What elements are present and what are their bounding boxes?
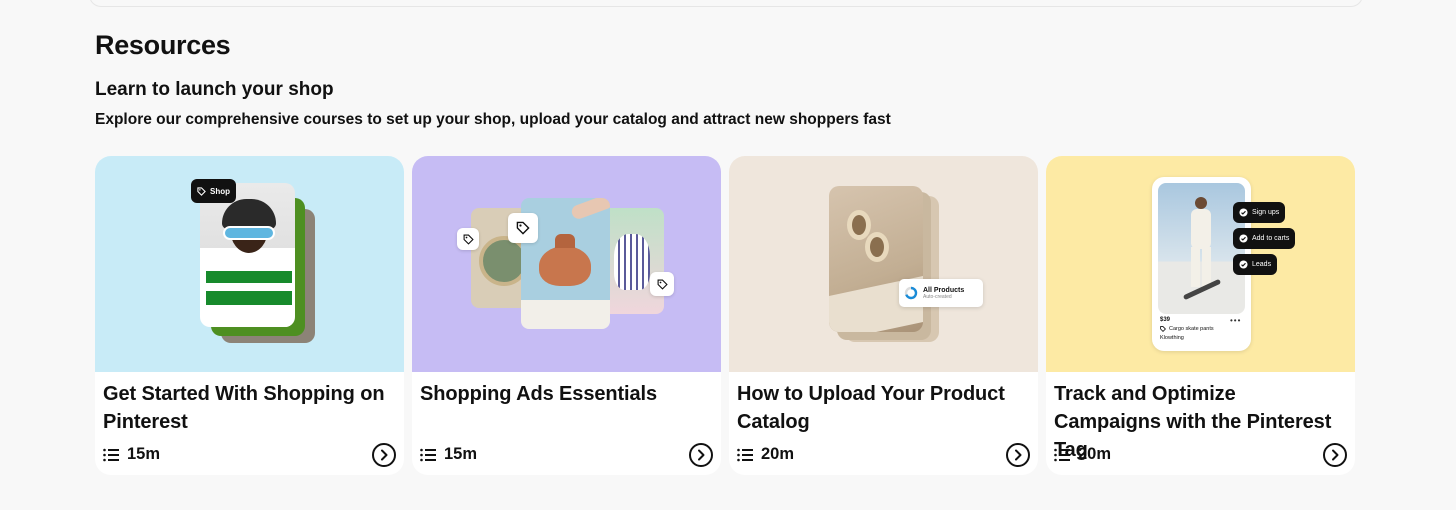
course-meta: 15m (420, 445, 477, 464)
tag-badge-right (650, 272, 674, 296)
open-course-button[interactable] (372, 443, 396, 467)
course-meta: 20m (737, 445, 794, 464)
tag-icon (463, 234, 474, 245)
list-icon (420, 448, 436, 461)
course-card-pinterest-tag[interactable]: $39 ••• Cargo skate pants Klowthing Sign… (1046, 156, 1355, 475)
sunglasses-photo (829, 186, 923, 332)
product-name-row: Cargo skate pants (1160, 326, 1214, 332)
previous-section-panel (89, 0, 1363, 7)
product-name: Cargo skate pants (1169, 326, 1214, 332)
shop-pill: Shop (191, 179, 236, 203)
course-duration: 20m (1078, 445, 1112, 463)
event-pill-leads: Leads (1233, 254, 1278, 275)
shop-pill-label: Shop (210, 186, 230, 196)
tag-icon (1160, 326, 1166, 332)
list-icon (1054, 448, 1070, 461)
course-title: How to Upload Your Product Catalog (737, 383, 1005, 433)
check-circle-icon (1239, 260, 1248, 269)
course-duration: 15m (444, 445, 478, 463)
skater-photo (1158, 183, 1245, 314)
tag-icon (657, 279, 668, 290)
course-meta: 20m (1054, 445, 1111, 464)
check-circle-icon (1239, 208, 1248, 217)
tag-icon (197, 186, 206, 196)
check-circle-icon (1239, 234, 1248, 243)
course-thumbnail: Shop (95, 156, 404, 372)
tag-badge-left (457, 228, 479, 250)
list-icon (103, 448, 119, 461)
event-pill-sign-ups: Sign ups (1233, 202, 1286, 223)
vase-photo (602, 208, 664, 314)
course-title: Shopping Ads Essentials (420, 383, 657, 405)
chevron-right-icon (698, 449, 705, 461)
course-thumbnail: All Products Auto-created (729, 156, 1038, 372)
open-course-button[interactable] (1006, 443, 1030, 467)
portrait-photo (200, 183, 295, 327)
chevron-right-icon (1015, 449, 1022, 461)
catalog-card: All Products Auto-created (899, 279, 983, 307)
course-duration: 15m (127, 445, 161, 463)
event-label: Sign ups (1252, 209, 1280, 216)
more-icon: ••• (1230, 316, 1242, 325)
event-pill-add-to-carts: Add to carts (1233, 228, 1296, 249)
chevron-right-icon (1332, 449, 1339, 461)
list-icon (737, 448, 753, 461)
open-course-button[interactable] (1323, 443, 1347, 467)
course-duration: 20m (761, 445, 795, 463)
tag-icon (516, 221, 530, 235)
course-card-upload-product-catalog[interactable]: All Products Auto-created How to Upload … (729, 156, 1038, 475)
course-meta: 15m (103, 445, 160, 464)
catalog-subtitle: Auto-created (923, 293, 952, 300)
course-title: Get Started With Shopping on Pinterest (103, 383, 385, 433)
product-brand: Klowthing (1160, 335, 1184, 341)
section-description: Explore our comprehensive courses to set… (95, 111, 891, 128)
catalog-title: All Products (923, 286, 965, 294)
product-price: $39 (1160, 317, 1171, 323)
section-subtitle: Learn to launch your shop (95, 79, 334, 100)
course-card-shopping-ads-essentials[interactable]: Shopping Ads Essentials 15m (412, 156, 721, 475)
tag-badge-large (508, 213, 538, 243)
event-label: Leads (1252, 261, 1272, 268)
section-title: Resources (95, 30, 231, 60)
chevron-right-icon (381, 449, 388, 461)
course-list: Shop Get Started With Shopping on Pinter… (95, 156, 1355, 475)
course-card-shopping-on-pinterest[interactable]: Shop Get Started With Shopping on Pinter… (95, 156, 404, 475)
open-course-button[interactable] (689, 443, 713, 467)
progress-ring-icon (904, 286, 918, 300)
course-thumbnail: $39 ••• Cargo skate pants Klowthing Sign… (1046, 156, 1355, 372)
event-label: Add to carts (1252, 235, 1290, 242)
course-thumbnail (412, 156, 721, 372)
